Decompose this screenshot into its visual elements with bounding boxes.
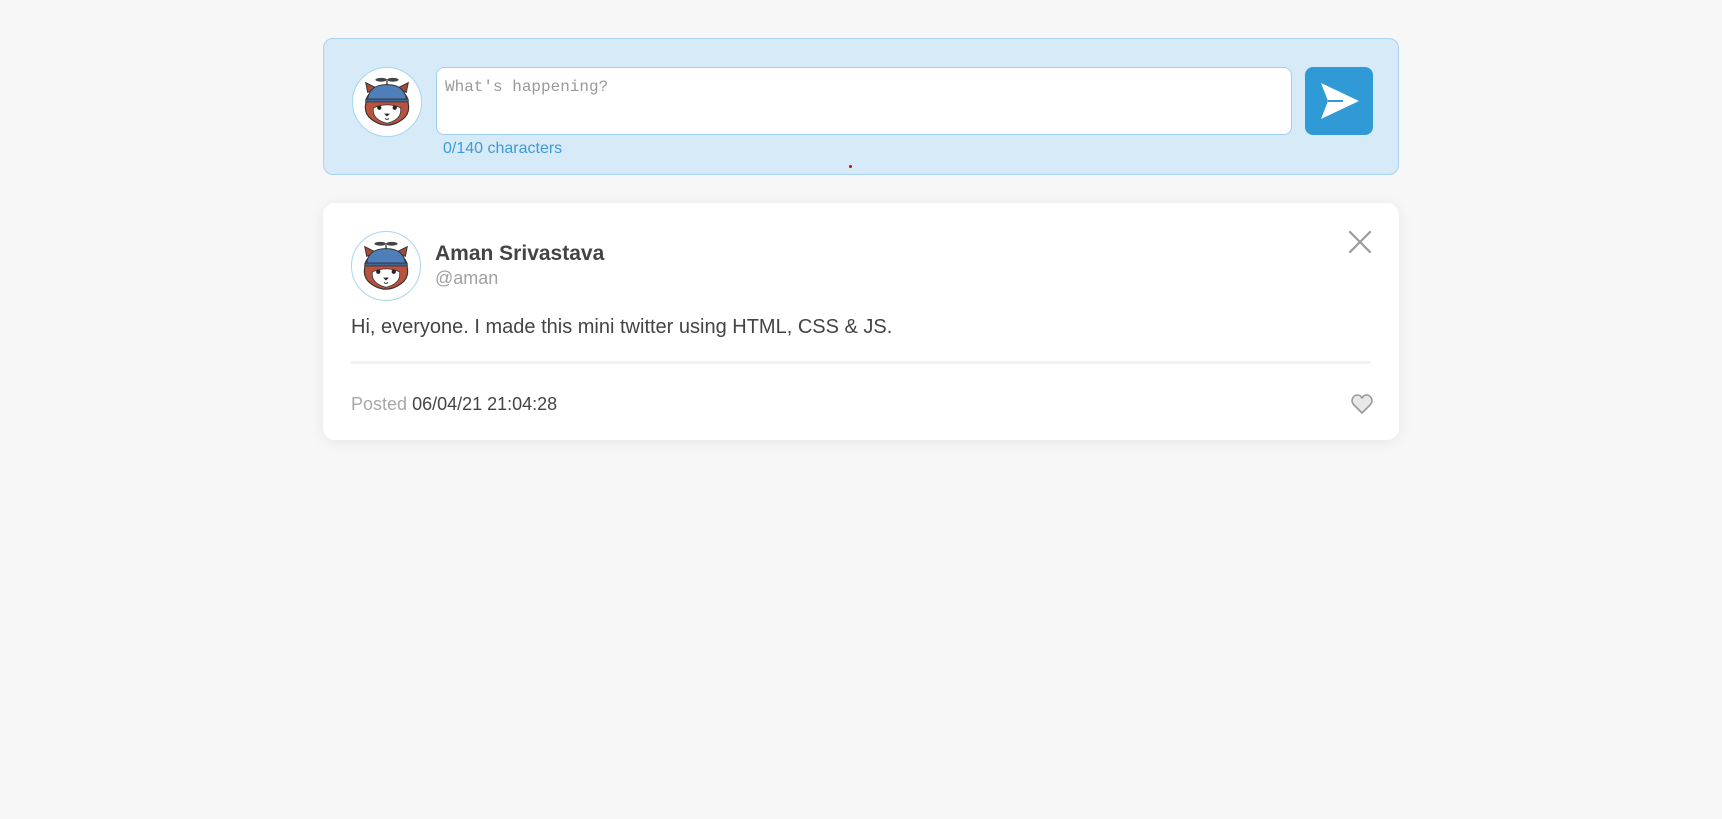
cursor-dot [849,165,852,168]
posted-date: 06/04/21 21:04:28 [412,394,558,414]
tweet-author-handle: @aman [435,268,499,288]
tweet-author-name: Aman Srivastava [435,242,605,265]
send-arrow-icon [1321,83,1359,119]
tweet-avatar [351,231,421,301]
like-button[interactable] [1350,392,1374,416]
tweet-timestamp: Posted 06/04/21 21:04:28 [351,394,557,415]
posted-label: Posted [351,394,408,414]
delete-tweet-button[interactable] [1347,229,1373,255]
heart-icon [1351,394,1373,414]
red-panda-avatar-icon [363,241,409,290]
tweet-divider [351,361,1371,364]
tweet-text: Hi, everyone. I made this mini twitter u… [351,316,893,338]
tweet-compose-input[interactable] [436,67,1292,135]
red-panda-avatar-icon [364,77,410,126]
char-counter: 0/140 characters [443,140,563,157]
tweet-card: Aman Srivastava @aman Hi, everyone. I ma… [323,203,1399,440]
close-icon [1348,230,1372,254]
send-tweet-button[interactable] [1305,67,1373,135]
compose-box: 0/140 characters [323,38,1399,175]
compose-avatar [352,67,422,137]
